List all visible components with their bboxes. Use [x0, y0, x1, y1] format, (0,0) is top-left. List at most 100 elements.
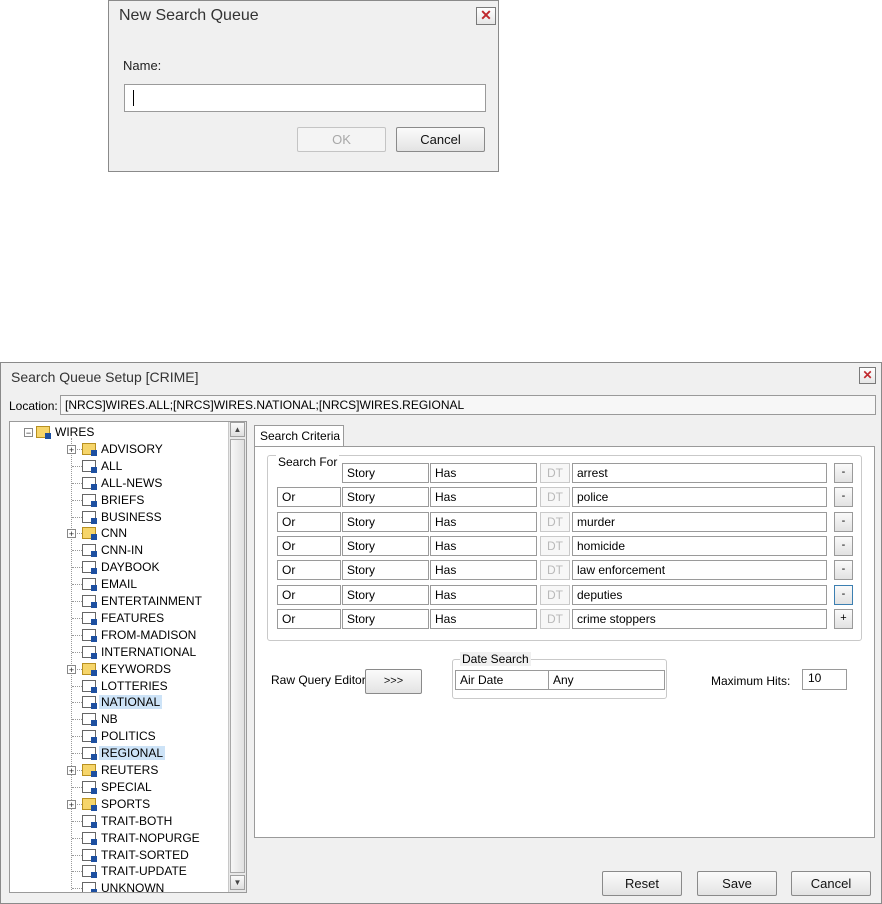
field-select[interactable]: Story — [342, 487, 429, 507]
tree-item[interactable]: DAYBOOK — [82, 559, 161, 575]
field-select[interactable]: Story — [342, 609, 429, 629]
tree-item[interactable]: TRAIT-UPDATE — [82, 863, 189, 879]
dt-button[interactable]: DT — [540, 585, 570, 605]
queue-tree[interactable]: WIRES − + ADVISORY ALL ALL-NEWS BRIEFS BUSINESS… — [9, 421, 247, 893]
tree-item[interactable]: SPORTS — [82, 796, 152, 812]
remove-row-button[interactable]: - — [834, 512, 853, 532]
search-term-input[interactable]: police — [572, 487, 827, 507]
close-icon[interactable]: ✕ — [859, 367, 876, 384]
tab-search-criteria[interactable]: Search Criteria — [254, 425, 344, 447]
operator-select[interactable]: Or — [277, 609, 341, 629]
dt-button[interactable]: DT — [540, 609, 570, 629]
tree-item[interactable]: INTERNATIONAL — [82, 644, 198, 660]
expand-icon[interactable]: + — [67, 444, 76, 454]
scroll-down-icon[interactable]: ▼ — [230, 875, 245, 890]
dt-button[interactable]: DT — [540, 463, 570, 483]
tree-item[interactable]: REUTERS — [82, 762, 160, 778]
field-select[interactable]: Story — [342, 463, 429, 483]
expand-icon[interactable]: + — [67, 799, 76, 809]
tree-item[interactable]: REGIONAL — [82, 745, 166, 761]
tree-item[interactable]: FEATURES — [82, 610, 166, 626]
tree-item[interactable]: POLITICS — [82, 728, 158, 744]
name-input[interactable] — [124, 84, 486, 112]
remove-row-button[interactable]: - — [834, 585, 853, 605]
search-term-input[interactable]: arrest — [572, 463, 827, 483]
tree-item[interactable]: KEYWORDS — [82, 661, 173, 677]
add-row-button[interactable]: + — [834, 609, 853, 629]
condition-select[interactable]: Has — [430, 463, 537, 483]
operator-select[interactable]: Or — [277, 536, 341, 556]
expand-icon[interactable]: + — [67, 664, 76, 674]
location-field[interactable]: [NRCS]WIRES.ALL;[NRCS]WIRES.NATIONAL;[NR… — [60, 395, 876, 415]
dt-button[interactable]: DT — [540, 512, 570, 532]
remove-row-button[interactable]: - — [834, 463, 853, 483]
search-term-input[interactable]: crime stoppers — [572, 609, 827, 629]
remove-row-button[interactable]: - — [834, 487, 853, 507]
condition-select[interactable]: Has — [430, 609, 537, 629]
condition-select[interactable]: Has — [430, 536, 537, 556]
condition-select[interactable]: Has — [430, 585, 537, 605]
dt-button[interactable]: DT — [540, 560, 570, 580]
queue-icon — [82, 679, 97, 693]
field-select[interactable]: Story — [342, 512, 429, 532]
save-button[interactable]: Save — [697, 871, 777, 896]
max-hits-input[interactable]: 10 — [802, 669, 847, 690]
cancel-button[interactable]: Cancel — [396, 127, 485, 152]
scroll-up-icon[interactable]: ▲ — [230, 422, 245, 437]
field-select[interactable]: Story — [342, 585, 429, 605]
search-term-input[interactable]: homicide — [572, 536, 827, 556]
tree-item[interactable]: NATIONAL — [82, 694, 163, 710]
tree-item[interactable]: BUSINESS — [82, 509, 164, 525]
expand-icon[interactable]: + — [67, 529, 76, 539]
ok-button[interactable]: OK — [297, 127, 386, 152]
reset-button[interactable]: Reset — [602, 871, 682, 896]
tree-item[interactable]: ADVISORY — [82, 441, 165, 457]
search-term-input[interactable]: law enforcement — [572, 560, 827, 580]
operator-select[interactable] — [277, 463, 341, 483]
tree-item[interactable]: CNN — [82, 525, 129, 541]
tree-item[interactable]: ALL — [82, 458, 124, 474]
date-value-select[interactable]: Any — [548, 670, 665, 690]
operator-select[interactable]: Or — [277, 512, 341, 532]
tree-item[interactable]: TRAIT-NOPURGE — [82, 830, 202, 846]
field-select[interactable]: Story — [342, 536, 429, 556]
tree-item[interactable]: TRAIT-BOTH — [82, 813, 174, 829]
operator-select[interactable]: Or — [277, 560, 341, 580]
queue-icon — [82, 713, 97, 727]
condition-select[interactable]: Has — [430, 512, 537, 532]
tree-item[interactable]: LOTTERIES — [82, 678, 170, 694]
remove-row-button[interactable]: - — [834, 536, 853, 556]
tree-item[interactable]: TRAIT-SORTED — [82, 847, 191, 863]
close-icon[interactable]: ✕ — [476, 7, 496, 25]
tree-item[interactable]: BRIEFS — [82, 492, 146, 508]
tree-item[interactable]: NB — [82, 711, 120, 727]
tree-item[interactable]: ALL-NEWS — [82, 475, 164, 491]
tree-item[interactable]: FROM-MADISON — [82, 627, 198, 643]
tree-item[interactable]: CNN-IN — [82, 542, 145, 558]
search-term-input[interactable]: deputies — [572, 585, 827, 605]
condition-select[interactable]: Has — [430, 487, 537, 507]
collapse-icon[interactable]: − — [24, 428, 33, 438]
tree-item[interactable]: UNKNOWN — [82, 880, 166, 892]
search-term-input[interactable]: murder — [572, 512, 827, 532]
expand-icon[interactable]: + — [67, 766, 76, 776]
tree-item-label: NB — [101, 712, 118, 727]
tree-item-label: TRAIT-NOPURGE — [101, 830, 200, 845]
raw-query-editor-button[interactable]: >>> — [365, 669, 422, 694]
cancel-button[interactable]: Cancel — [791, 871, 871, 896]
tree-connector-line — [72, 854, 82, 856]
operator-select[interactable]: Or — [277, 585, 341, 605]
operator-select[interactable]: Or — [277, 487, 341, 507]
tree-root-wires[interactable]: WIRES — [36, 424, 96, 440]
remove-row-button[interactable]: - — [834, 560, 853, 580]
date-field-select[interactable]: Air Date — [455, 670, 549, 690]
tree-scrollbar[interactable]: ▲ ▼ — [228, 422, 246, 892]
tree-item[interactable]: ENTERTAINMENT — [82, 593, 204, 609]
field-select[interactable]: Story — [342, 560, 429, 580]
tree-item[interactable]: EMAIL — [82, 576, 139, 592]
tree-item[interactable]: SPECIAL — [82, 779, 154, 795]
condition-select[interactable]: Has — [430, 560, 537, 580]
scroll-thumb[interactable] — [230, 439, 245, 873]
dt-button[interactable]: DT — [540, 487, 570, 507]
dt-button[interactable]: DT — [540, 536, 570, 556]
